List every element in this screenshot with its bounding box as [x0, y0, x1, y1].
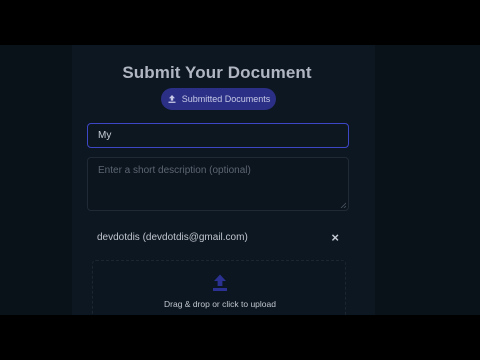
upload-icon — [213, 274, 227, 291]
app-frame: Submit Your Document Submitted Documents… — [0, 45, 480, 315]
selected-user-chip: devdotdis (devdotdis@gmail.com) × — [87, 227, 349, 247]
description-textarea[interactable]: Enter a short description (optional) — [87, 157, 349, 211]
upload-icon — [167, 94, 177, 104]
page-title: Submit Your Document — [122, 63, 312, 82]
file-dropzone[interactable]: Drag & drop or click to upload — [92, 260, 346, 315]
right-gutter — [375, 45, 480, 315]
document-title-input[interactable]: My — [87, 123, 349, 148]
selected-user-label: devdotdis (devdotdis@gmail.com) — [97, 231, 248, 243]
description-placeholder: Enter a short description (optional) — [98, 165, 251, 176]
document-title-value: My — [98, 130, 112, 141]
dropzone-instructions: Drag & drop or click to upload — [164, 299, 276, 309]
submitted-documents-button[interactable]: Submitted Documents — [161, 88, 276, 110]
left-gutter — [0, 45, 72, 315]
remove-user-icon[interactable]: × — [331, 231, 339, 244]
resize-grip-icon[interactable] — [340, 202, 346, 208]
submitted-documents-label: Submitted Documents — [181, 94, 271, 104]
